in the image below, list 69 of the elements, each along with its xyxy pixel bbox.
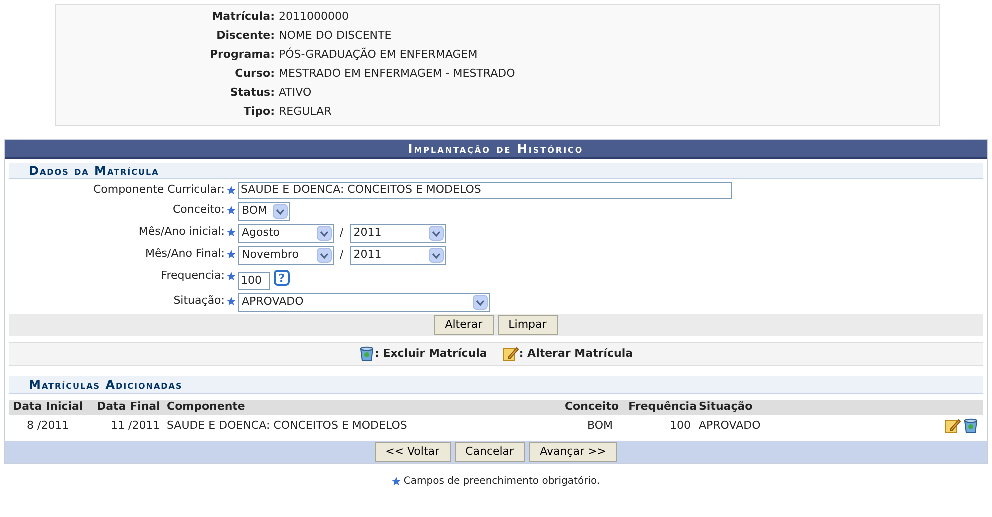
dropdown-caret-icon (317, 226, 332, 241)
nav-button[interactable]: Avançar >> (529, 442, 618, 462)
pencil-note-icon[interactable] (945, 418, 961, 434)
dropdown-caret-icon (317, 248, 332, 263)
frequency-field[interactable]: 100 (238, 272, 270, 290)
info-label: Discente: (216, 28, 276, 44)
legend-label: : Alterar Matrícula (519, 346, 634, 362)
pencil-note-icon[interactable] (503, 346, 520, 362)
field-label: Componente Curricular: (93, 182, 225, 198)
required-star-icon (392, 477, 401, 486)
component-field[interactable]: SAUDE E DOENCA: CONCEITOS E MODELOS (238, 182, 732, 199)
column-header: Componente (167, 399, 246, 416)
nav-button[interactable]: Cancelar (454, 442, 526, 462)
table-cell-text: 11 /2011 (110, 418, 162, 434)
nav-button[interactable]: << Voltar (374, 442, 451, 462)
required-star-icon (227, 206, 236, 215)
column-header: Conceito (564, 399, 619, 416)
month-select[interactable]: Novembro (238, 246, 334, 265)
section-header: Matrículas Adicionadas (9, 376, 983, 394)
help-button[interactable]: ? (274, 270, 290, 286)
year-select[interactable]: 2011 (350, 224, 446, 243)
panel-title: Implantação de Histórico (5, 140, 987, 159)
info-value: PÓS-GRADUAÇÃO EM ENFERMAGEM (279, 47, 478, 64)
dropdown-caret-icon (273, 204, 288, 219)
field-label: Mês/Ano Final: (146, 246, 225, 262)
section-header: Dados da Matrícula (9, 163, 983, 179)
required-star-icon (227, 228, 236, 237)
info-label: Status: (229, 85, 276, 102)
required-star-icon (227, 250, 236, 259)
info-value: MESTRADO EM ENFERMAGEM - MESTRADO (279, 66, 516, 82)
form-button[interactable]: Alterar (434, 315, 494, 335)
concept-select[interactable]: BOM (238, 202, 290, 221)
legend-label: : Excluir Matrícula (374, 346, 488, 362)
dropdown-caret-icon (473, 295, 488, 310)
info-label: Tipo: (242, 104, 276, 120)
form-button[interactable]: Limpar (498, 315, 558, 335)
column-header: Data Inicial (13, 399, 84, 416)
trash-icon[interactable] (963, 418, 979, 434)
field-label: Mês/Ano inicial: (138, 224, 225, 240)
field-label: Conceito: (172, 202, 225, 218)
info-label: Matrícula: (211, 9, 276, 26)
required-note: Campos de preenchimento obrigatório. (404, 475, 600, 489)
date-separator: / (340, 225, 344, 242)
dropdown-caret-icon (428, 226, 444, 241)
table-cell-text: 8 /2011 (26, 418, 70, 434)
column-header: Frequência (628, 399, 697, 416)
required-star-icon (227, 297, 236, 306)
date-separator: / (340, 247, 344, 264)
month-select[interactable]: Agosto (238, 224, 334, 243)
info-label: Programa: (208, 47, 276, 64)
trash-icon[interactable] (358, 346, 375, 362)
info-value: REGULAR (279, 104, 332, 120)
field-label: Situação: (174, 293, 225, 310)
status-select[interactable]: APROVADO (238, 293, 490, 312)
table-cell-text: APROVADO (698, 418, 761, 434)
info-label: Curso: (234, 66, 276, 82)
required-star-icon (227, 186, 236, 195)
info-value: ATIVO (279, 85, 312, 102)
table-cell-text: 100 (669, 418, 692, 434)
required-star-icon (227, 272, 236, 281)
table-cell-text: SAUDE E DOENCA: CONCEITOS E MODELOS (167, 418, 408, 434)
column-header: Data Final (97, 399, 162, 416)
field-label: Frequencia: (161, 268, 225, 284)
column-header: Situação (698, 399, 753, 416)
info-value: NOME DO DISCENTE (279, 28, 392, 44)
year-select[interactable]: 2011 (350, 246, 446, 265)
table-cell-text: BOM (586, 418, 614, 434)
info-value: 2011000000 (279, 9, 349, 26)
dropdown-caret-icon (428, 248, 444, 263)
